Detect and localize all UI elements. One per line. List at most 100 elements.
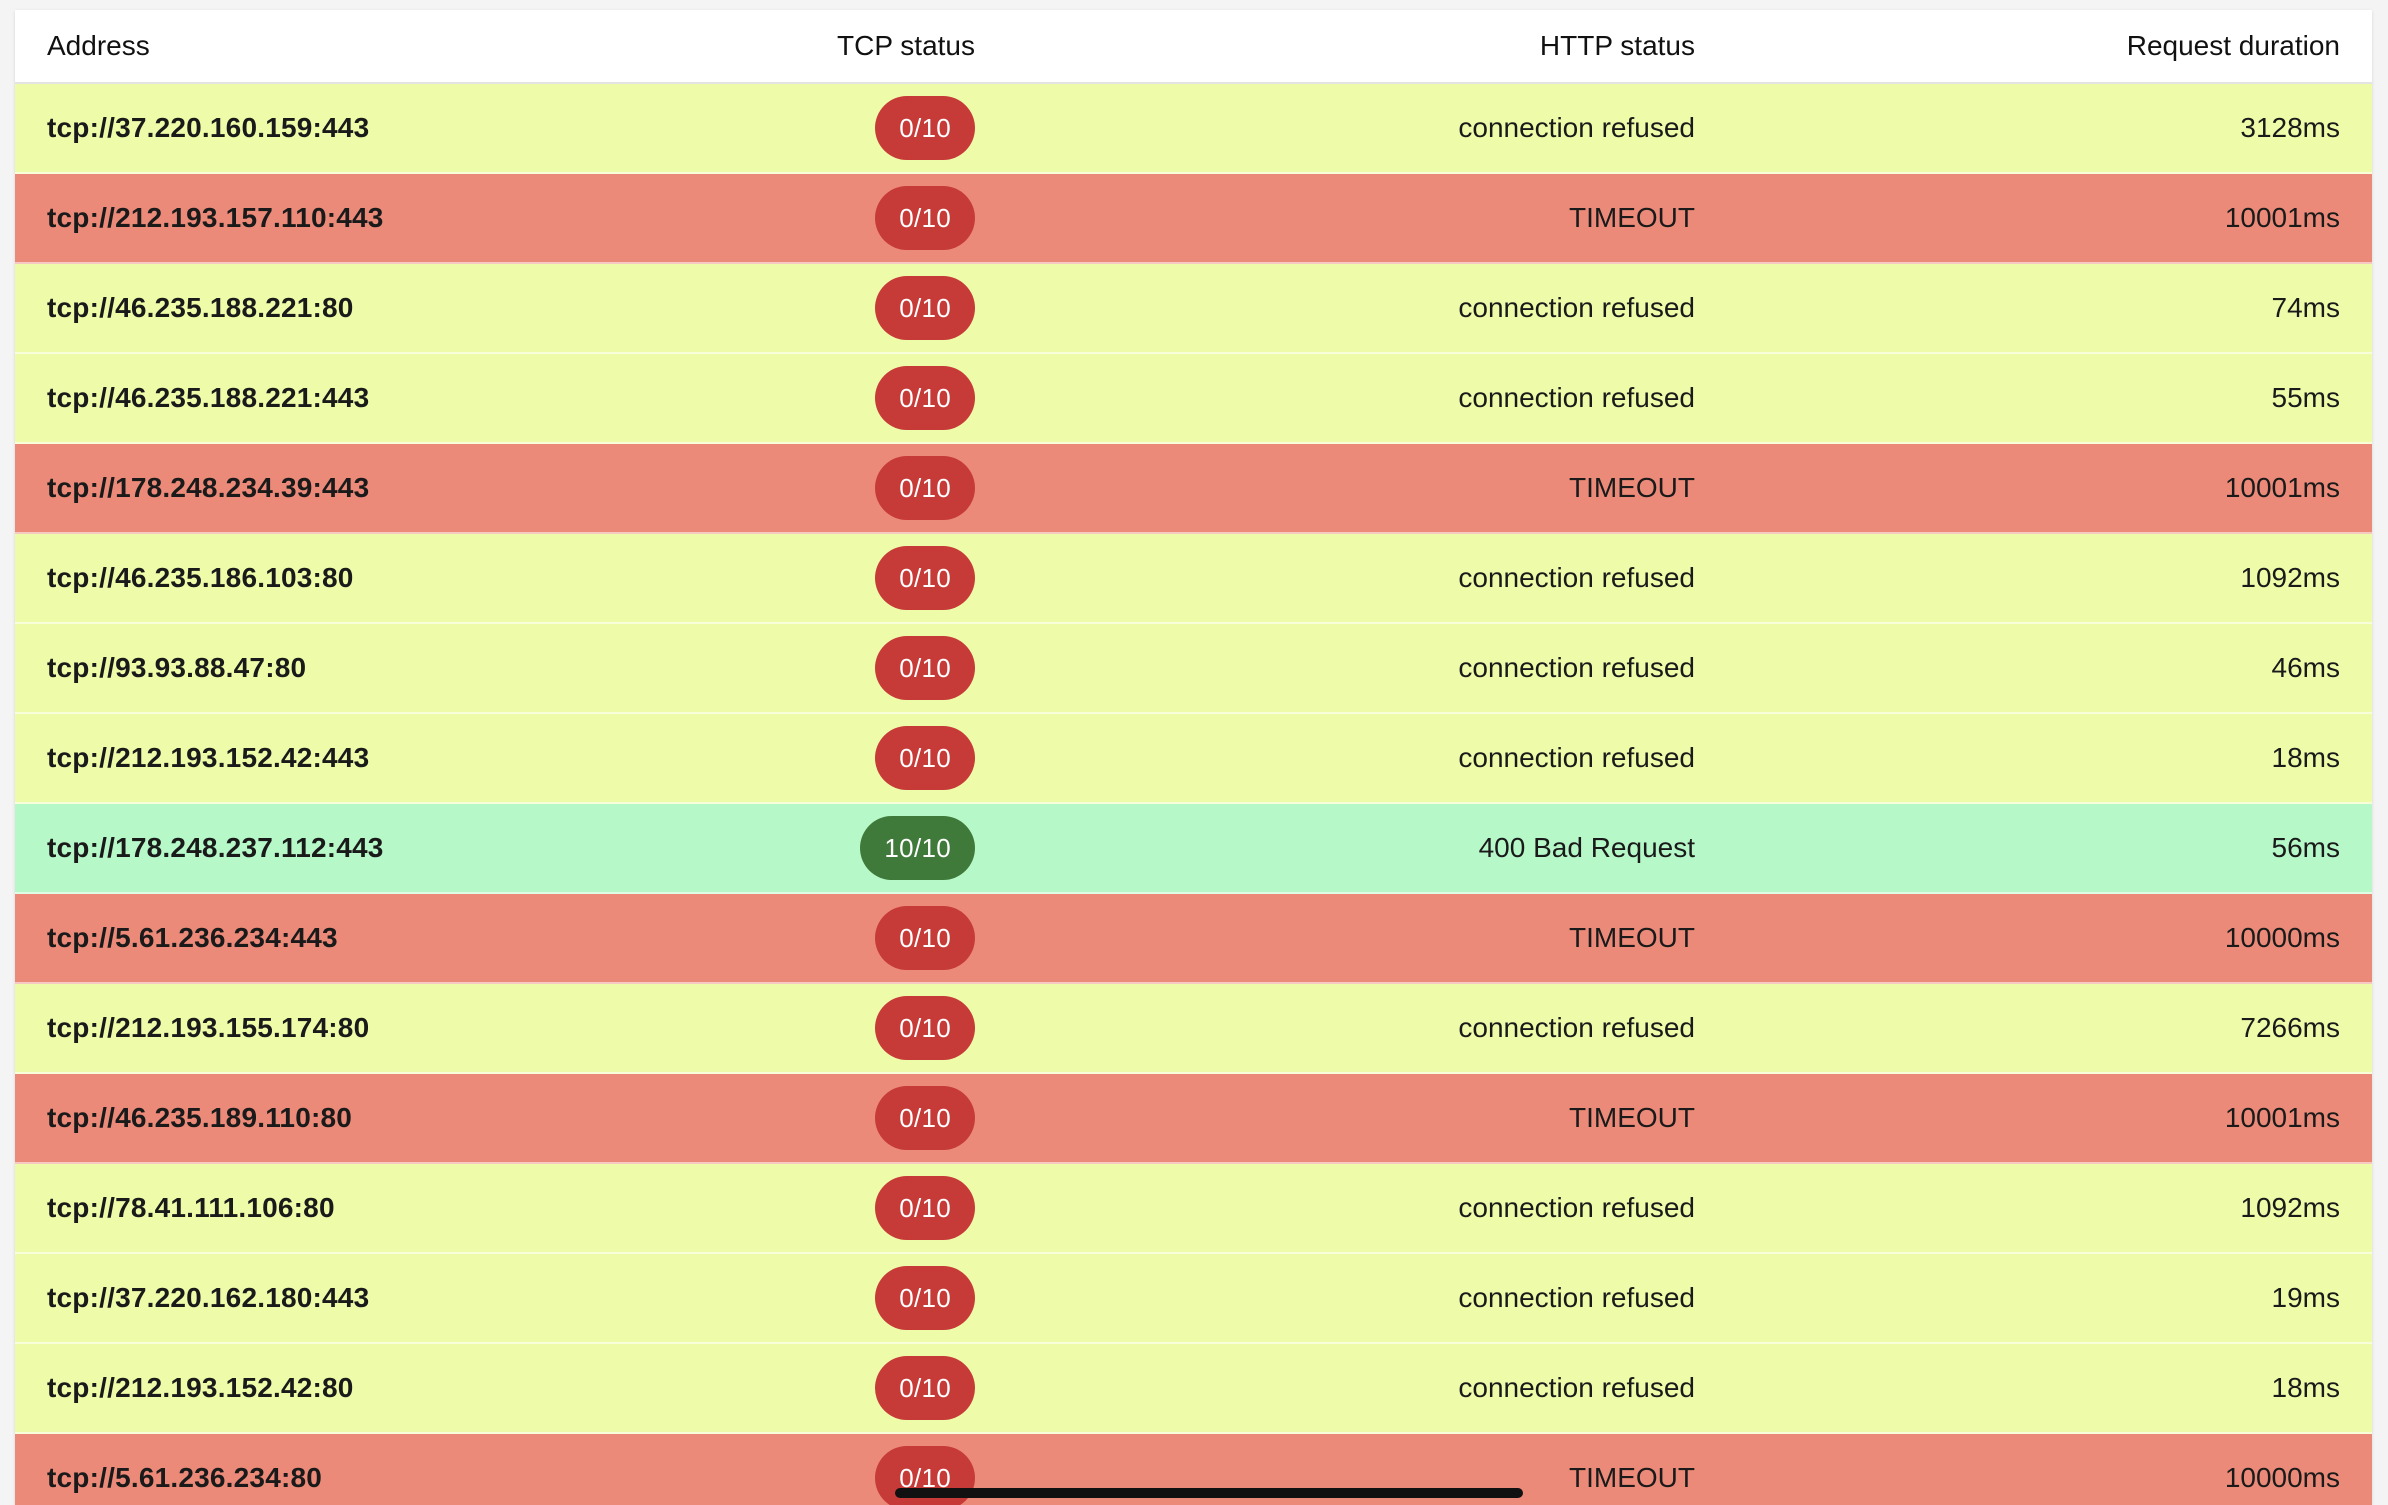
address-text: tcp://46.235.188.221:443 [47,382,370,413]
header-request-duration[interactable]: Request duration [1695,30,2372,62]
table-header: Address TCP status HTTP status Request d… [15,10,2372,84]
http-status-cell: connection refused [1458,382,1695,413]
address-text: tcp://46.235.186.103:80 [47,562,354,593]
tcp-status-cell: 10/10 [615,816,975,880]
address-cell: tcp://37.220.162.180:443 [15,1282,615,1314]
tcp-status-cell: 0/10 [615,996,975,1060]
duration-cell: 3128ms [2240,112,2340,143]
tcp-status-badge: 0/10 [875,96,975,160]
http-status-cell: connection refused [1458,742,1695,773]
table-row[interactable]: tcp://46.235.186.103:80 0/10 connection re… [15,534,2372,624]
http-status-cell: connection refused [1458,292,1695,323]
tcp-status-badge: 0/10 [875,276,975,340]
duration-cell: 10000ms [2224,922,2340,953]
duration-cell: 55ms [2271,382,2340,413]
address-text: tcp://178.248.234.39:443 [47,472,370,503]
tcp-status-cell: 0/10 [615,1356,975,1420]
tcp-status-badge: 0/10 [875,366,975,430]
http-status-cell: connection refused [1458,1282,1695,1313]
tcp-status-badge: 0/10 [875,1176,975,1240]
table-row[interactable]: tcp://5.61.236.234:443 0/10 TIMEOUT 10000ms [15,894,2372,984]
duration-cell: 18ms [2271,1372,2340,1403]
header-address[interactable]: Address [15,30,615,62]
table-row[interactable]: tcp://93.93.88.47:80 0/10 connection refus… [15,624,2372,714]
http-status-cell: connection refused [1458,1012,1695,1043]
tcp-status-badge: 0/10 [875,726,975,790]
address-text: tcp://37.220.160.159:443 [47,112,370,143]
address-cell: tcp://46.235.188.221:80 [15,292,615,324]
address-cell: tcp://37.220.160.159:443 [15,112,615,144]
duration-cell: 10000ms [2224,1462,2340,1493]
address-text: tcp://37.220.162.180:443 [47,1282,370,1313]
duration-cell: 74ms [2271,292,2340,323]
tcp-status-badge: 10/10 [860,816,975,880]
address-text: tcp://46.235.188.221:80 [47,292,354,323]
duration-cell: 7266ms [2240,1012,2340,1043]
tcp-status-cell: 0/10 [615,546,975,610]
table-row[interactable]: tcp://212.193.155.174:80 0/10 connection r… [15,984,2372,1074]
header-tcp-status[interactable]: TCP status [615,30,975,62]
address-text: tcp://46.235.189.110:80 [47,1102,353,1133]
address-cell: tcp://212.193.152.42:80 [15,1372,615,1404]
tcp-status-badge: 0/10 [875,1086,975,1150]
table-row[interactable]: tcp://37.220.162.180:443 0/10 connection r… [15,1254,2372,1344]
table-row[interactable]: tcp://46.235.188.221:443 0/10 connection r… [15,354,2372,444]
tcp-status-cell: 0/10 [615,726,975,790]
http-status-cell: connection refused [1458,1372,1695,1403]
tcp-status-cell: 0/10 [615,636,975,700]
tcp-status-cell: 0/10 [615,1086,975,1150]
tcp-status-cell: 0/10 [615,1176,975,1240]
address-text: tcp://78.41.111.106:80 [47,1192,335,1223]
http-status-cell: connection refused [1458,1192,1695,1223]
table-row[interactable]: tcp://46.235.189.110:80 0/10 TIMEOUT 10001m… [15,1074,2372,1164]
table-row[interactable]: tcp://212.193.152.42:443 0/10 connection r… [15,714,2372,804]
duration-cell: 10001ms [2224,202,2340,233]
tcp-status-badge: 0/10 [875,1266,975,1330]
table-row[interactable]: tcp://37.220.160.159:443 0/10 connection r… [15,84,2372,174]
address-cell: tcp://46.235.188.221:443 [15,382,615,414]
http-status-cell: TIMEOUT [1569,1102,1695,1133]
duration-cell: 56ms [2271,832,2340,863]
home-indicator[interactable] [895,1488,1523,1498]
address-text: tcp://178.248.237.112:443 [47,832,384,863]
address-text: tcp://212.193.157.110:443 [47,202,384,233]
address-text: tcp://212.193.155.174:80 [47,1012,370,1043]
address-text: tcp://93.93.88.47:80 [47,652,307,683]
address-text: tcp://212.193.152.42:443 [47,742,370,773]
address-cell: tcp://212.193.155.174:80 [15,1012,615,1044]
address-cell: tcp://93.93.88.47:80 [15,652,615,684]
header-http-status[interactable]: HTTP status [975,30,1695,62]
address-cell: tcp://46.235.189.110:80 [15,1102,615,1134]
tcp-status-badge: 0/10 [875,186,975,250]
duration-cell: 10001ms [2224,1102,2340,1133]
address-text: tcp://212.193.152.42:80 [47,1372,354,1403]
tcp-status-cell: 0/10 [615,276,975,340]
http-status-cell: connection refused [1458,652,1695,683]
tcp-status-badge: 0/10 [875,636,975,700]
duration-cell: 10001ms [2224,472,2340,503]
table-row[interactable]: tcp://178.248.237.112:443 10/10 400 Bad Re… [15,804,2372,894]
table-row[interactable]: tcp://46.235.188.221:80 0/10 connection re… [15,264,2372,354]
tcp-status-cell: 0/10 [615,366,975,430]
http-status-cell: TIMEOUT [1569,472,1695,503]
http-status-cell: connection refused [1458,112,1695,143]
address-text: tcp://5.61.236.234:80 [47,1462,323,1493]
http-status-cell: TIMEOUT [1569,922,1695,953]
address-cell: tcp://212.193.152.42:443 [15,742,615,774]
table-row[interactable]: tcp://78.41.111.106:80 0/10 connection ref… [15,1164,2372,1254]
table-row[interactable]: tcp://212.193.152.42:80 0/10 connection re… [15,1344,2372,1434]
tcp-status-cell: 0/10 [615,456,975,520]
table-row[interactable]: tcp://178.248.234.39:443 0/10 TIMEOUT 10001… [15,444,2372,534]
duration-cell: 18ms [2271,742,2340,773]
status-table: Address TCP status HTTP status Request d… [15,10,2372,1505]
duration-cell: 46ms [2271,652,2340,683]
address-cell: tcp://5.61.236.234:443 [15,922,615,954]
address-cell: tcp://178.248.237.112:443 [15,832,615,864]
table-body: tcp://37.220.160.159:443 0/10 connection r… [15,84,2372,1505]
tcp-status-cell: 0/10 [615,96,975,160]
tcp-status-badge: 0/10 [875,996,975,1060]
tcp-status-cell: 0/10 [615,1266,975,1330]
table-row[interactable]: tcp://212.193.157.110:443 0/10 TIMEOUT 1000… [15,174,2372,264]
tcp-status-badge: 0/10 [875,456,975,520]
tcp-status-badge: 0/10 [875,906,975,970]
